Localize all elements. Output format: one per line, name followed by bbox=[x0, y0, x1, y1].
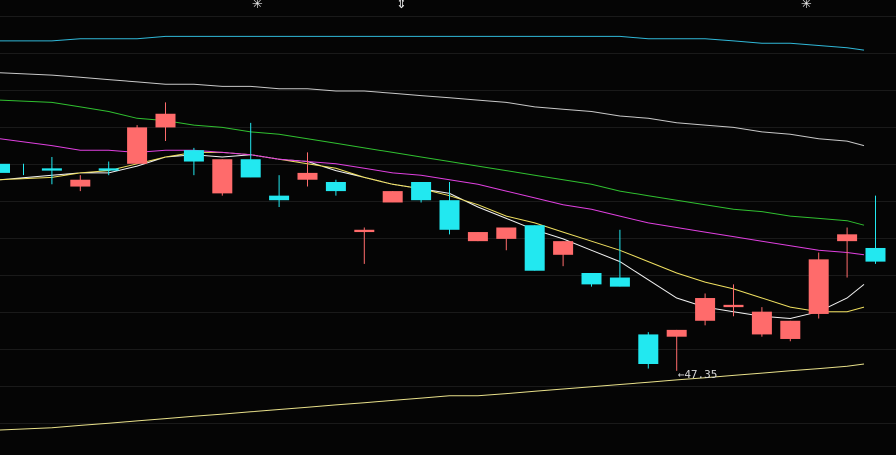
candle-body-down bbox=[240, 159, 261, 178]
candle-body-down bbox=[439, 200, 460, 230]
ma-yellow-line bbox=[0, 151, 865, 313]
candle bbox=[439, 182, 460, 235]
candle bbox=[496, 227, 517, 251]
candle bbox=[638, 332, 659, 369]
candle-body-up bbox=[751, 311, 772, 335]
candle bbox=[666, 329, 687, 371]
candle-body-down bbox=[41, 168, 62, 171]
candle bbox=[269, 175, 290, 208]
candle bbox=[865, 195, 886, 264]
candle-body-down bbox=[0, 163, 10, 173]
bottom-line-line bbox=[0, 363, 865, 431]
candle-body-up bbox=[666, 329, 687, 337]
candle bbox=[183, 147, 204, 176]
candle-body-up bbox=[155, 113, 176, 128]
candle bbox=[467, 232, 488, 242]
candle-body-down bbox=[524, 225, 545, 271]
candle-body-down bbox=[609, 277, 630, 287]
candle bbox=[751, 307, 772, 337]
candles bbox=[0, 102, 886, 371]
candle-body-down bbox=[865, 247, 886, 262]
candle-body-down bbox=[411, 182, 432, 201]
candle bbox=[780, 320, 801, 342]
candle-body-up bbox=[127, 127, 148, 164]
candle bbox=[695, 293, 716, 326]
candle bbox=[127, 125, 148, 164]
candle-body-down bbox=[581, 273, 602, 285]
top-marker-2: ⇕ bbox=[396, 0, 407, 12]
candle-body-up bbox=[354, 229, 375, 233]
candle bbox=[553, 241, 574, 267]
candle bbox=[325, 179, 346, 196]
candle bbox=[382, 191, 403, 203]
candle bbox=[0, 163, 24, 176]
candle-body-up bbox=[70, 179, 91, 187]
candle-body-up bbox=[837, 234, 858, 242]
candle-body-up bbox=[553, 241, 574, 255]
candle bbox=[297, 152, 318, 187]
candle-body-down bbox=[269, 195, 290, 201]
low-price-annotation: ←47.35 bbox=[677, 367, 718, 381]
candle bbox=[723, 284, 744, 317]
candle bbox=[411, 182, 432, 203]
candle bbox=[524, 225, 545, 271]
candle bbox=[354, 227, 375, 264]
candle bbox=[212, 159, 233, 196]
candle bbox=[837, 227, 858, 278]
candle-body-up bbox=[382, 191, 403, 203]
candle-body-up bbox=[467, 232, 488, 242]
top-marker-1: ✳ bbox=[252, 0, 263, 12]
candle bbox=[155, 102, 176, 142]
top-marker-3: ✳ bbox=[801, 0, 812, 12]
candle-body-down bbox=[98, 168, 119, 171]
moving-average-lines bbox=[0, 35, 865, 431]
candle-body-up bbox=[695, 298, 716, 321]
candle-body-up bbox=[723, 304, 744, 308]
candle-body-up bbox=[496, 227, 517, 239]
candle-body-up bbox=[780, 320, 801, 339]
candle-body-down bbox=[638, 334, 659, 364]
candle-body-up bbox=[297, 172, 318, 180]
candle bbox=[581, 273, 602, 287]
candle-body-down bbox=[183, 150, 204, 162]
candle-body-up bbox=[212, 159, 233, 194]
candle bbox=[70, 175, 91, 192]
candle bbox=[808, 252, 829, 319]
ma-cyan-line bbox=[0, 35, 865, 51]
candlestick-chart bbox=[0, 16, 896, 431]
candle bbox=[41, 156, 62, 185]
candle-body-down bbox=[325, 182, 346, 192]
low-price-value: 47.35 bbox=[684, 367, 718, 381]
candle-body-up bbox=[808, 259, 829, 314]
